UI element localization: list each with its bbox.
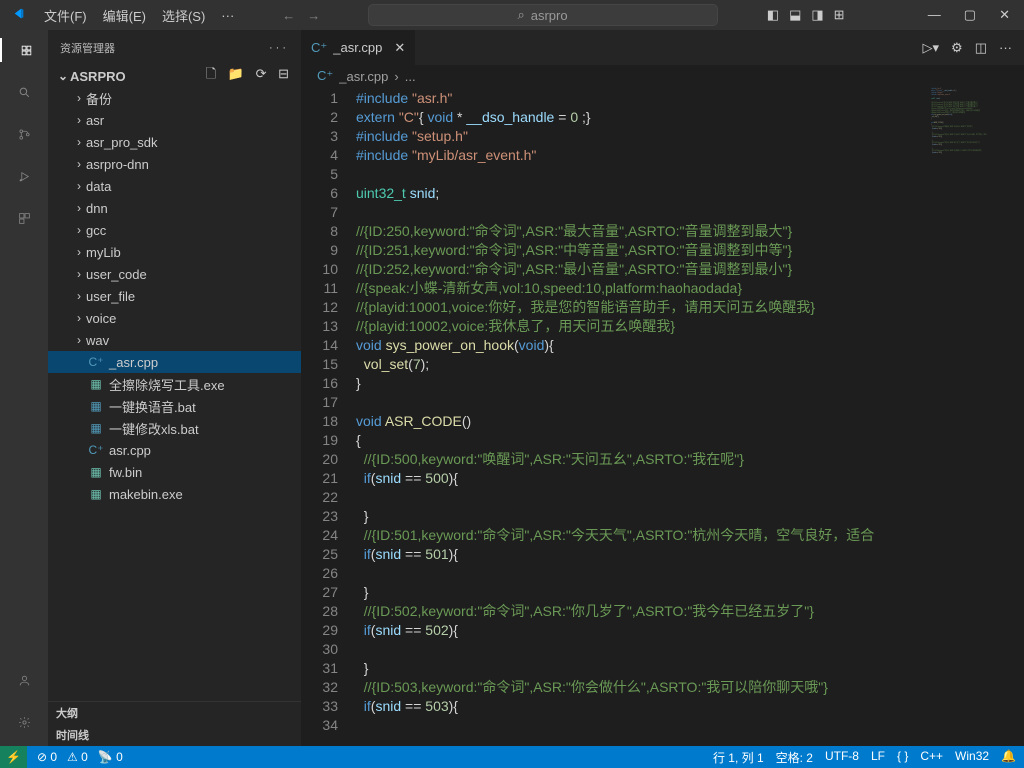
tree-file[interactable]: ▦一键换语音.bat [48,395,301,417]
tree-actions[interactable]: 🗋 📁 ⟳ ⊟ [206,65,293,87]
root-folder-label: ASRPRO [70,69,126,84]
sidebar-more-icon[interactable]: ··· [269,42,289,54]
layout-customize-icon[interactable]: ⊞ [832,5,847,25]
minimap[interactable]: #include "asr.h"extern "C"{ void * __dso… [929,87,1024,267]
line-numbers: 1234567891011121314151617181920212223242… [301,87,356,746]
tree-root-folder[interactable]: ASRPRO 🗋 📁 ⟳ ⊟ [48,65,301,87]
status-encoding[interactable]: UTF-8 [825,749,859,766]
tree-file[interactable]: C⁺asr.cpp [48,439,301,461]
tab-label: _asr.cpp [333,40,382,55]
cpp-file-icon: C⁺ [311,40,327,56]
extensions-icon[interactable] [12,206,36,230]
status-platform[interactable]: Win32 [955,749,989,766]
tree-folder[interactable]: wav [48,329,301,351]
editor-settings-icon[interactable]: ⚙ [951,40,963,56]
tree-folder[interactable]: user_file [48,285,301,307]
vscode-icon [12,7,28,23]
tree-folder[interactable]: dnn [48,197,301,219]
titlebar: 文件(F) 编辑(E) 选择(S) ··· ← → ⌕ asrpro ◧ ⬓ ◨… [0,0,1024,30]
menu-more[interactable]: ··· [213,4,242,27]
search-activity-icon[interactable] [12,80,36,104]
sidebar-title: 资源管理器 [60,40,115,56]
layout-sidebar-right-icon[interactable]: ◨ [809,5,825,25]
status-cursor[interactable]: 行 1, 列 1 [713,749,764,766]
tree-file[interactable]: ▦全擦除烧写工具.exe [48,373,301,395]
sidebar-header: 资源管理器 ··· [48,30,301,65]
code-editor[interactable]: 1234567891011121314151617181920212223242… [301,87,1024,746]
tree-folder[interactable]: user_code [48,263,301,285]
menu-selection[interactable]: 选择(S) [154,2,213,29]
sidebar: 资源管理器 ··· ASRPRO 🗋 📁 ⟳ ⊟ 备份asrasr_pro_sd… [48,30,301,746]
tree-file[interactable]: ▦一键修改xls.bat [48,417,301,439]
tree-folder[interactable]: asr_pro_sdk [48,131,301,153]
tree-folder[interactable]: data [48,175,301,197]
tree-file[interactable]: C⁺_asr.cpp [48,351,301,373]
status-bar: ⚡ ⊘ 0 ⚠ 0 📡 0 行 1, 列 1 空格: 2 UTF-8 LF { … [0,746,1024,768]
status-language[interactable]: C++ [920,749,943,766]
tree-folder[interactable]: voice [48,307,301,329]
tree-file[interactable]: ▦fw.bin [48,461,301,483]
status-eol[interactable]: LF [871,749,885,766]
status-indent[interactable]: 空格: 2 [776,749,813,766]
tab-bar: C⁺ _asr.cpp ✕ ▷▾ ⚙ ◫ ··· [301,30,1024,65]
settings-gear-icon[interactable] [12,710,36,734]
editor-more-icon[interactable]: ··· [999,40,1012,55]
nav-back-icon[interactable]: ← [282,8,295,23]
command-center[interactable]: ⌕ asrpro [368,4,718,26]
explorer-icon[interactable] [0,38,48,62]
nav-forward-icon[interactable]: → [307,8,320,23]
tab-asr-cpp[interactable]: C⁺ _asr.cpp ✕ [301,30,416,65]
layout-panel-icon[interactable]: ⬓ [787,5,803,25]
tree-folder[interactable]: asr [48,109,301,131]
activity-bar [0,30,48,746]
tree-folder[interactable]: 备份 [48,87,301,109]
editor: C⁺ _asr.cpp ✕ ▷▾ ⚙ ◫ ··· C⁺ _asr.cpp › .… [301,30,1024,746]
search-text: asrpro [531,8,568,23]
status-warnings[interactable]: ⚠ 0 [67,750,88,764]
timeline-section[interactable]: 时间线 [48,724,301,746]
run-icon[interactable]: ▷▾ [923,40,940,56]
window-maximize-icon[interactable]: ▢ [954,1,986,29]
window-minimize-icon[interactable]: — [918,1,951,29]
code-content[interactable]: #include "asr.h"extern "C"{ void * __dso… [356,87,1024,746]
remote-indicator[interactable]: ⚡ [0,746,27,768]
tree-folder[interactable]: myLib [48,241,301,263]
status-bell-icon[interactable]: 🔔 [1001,749,1016,766]
tree-folder[interactable]: gcc [48,219,301,241]
source-control-icon[interactable] [12,122,36,146]
cpp-file-icon: C⁺ [317,68,333,84]
run-debug-icon[interactable] [12,164,36,188]
tree-file[interactable]: ▦makebin.exe [48,483,301,505]
layout-sidebar-left-icon[interactable]: ◧ [765,5,781,25]
window-close-icon[interactable]: ✕ [989,1,1020,29]
menu-file[interactable]: 文件(F) [36,2,95,29]
search-icon: ⌕ [517,7,524,23]
status-errors[interactable]: ⊘ 0 [37,750,57,764]
menu-edit[interactable]: 编辑(E) [95,2,154,29]
status-lang-brace[interactable]: { } [897,749,908,766]
split-editor-icon[interactable]: ◫ [975,40,987,56]
status-port[interactable]: 📡 0 [98,750,123,764]
tree-folder[interactable]: asrpro-dnn [48,153,301,175]
tab-close-icon[interactable]: ✕ [394,40,405,56]
accounts-icon[interactable] [12,668,36,692]
outline-section[interactable]: 大纲 [48,702,301,724]
breadcrumb[interactable]: C⁺ _asr.cpp › ... [301,65,1024,87]
